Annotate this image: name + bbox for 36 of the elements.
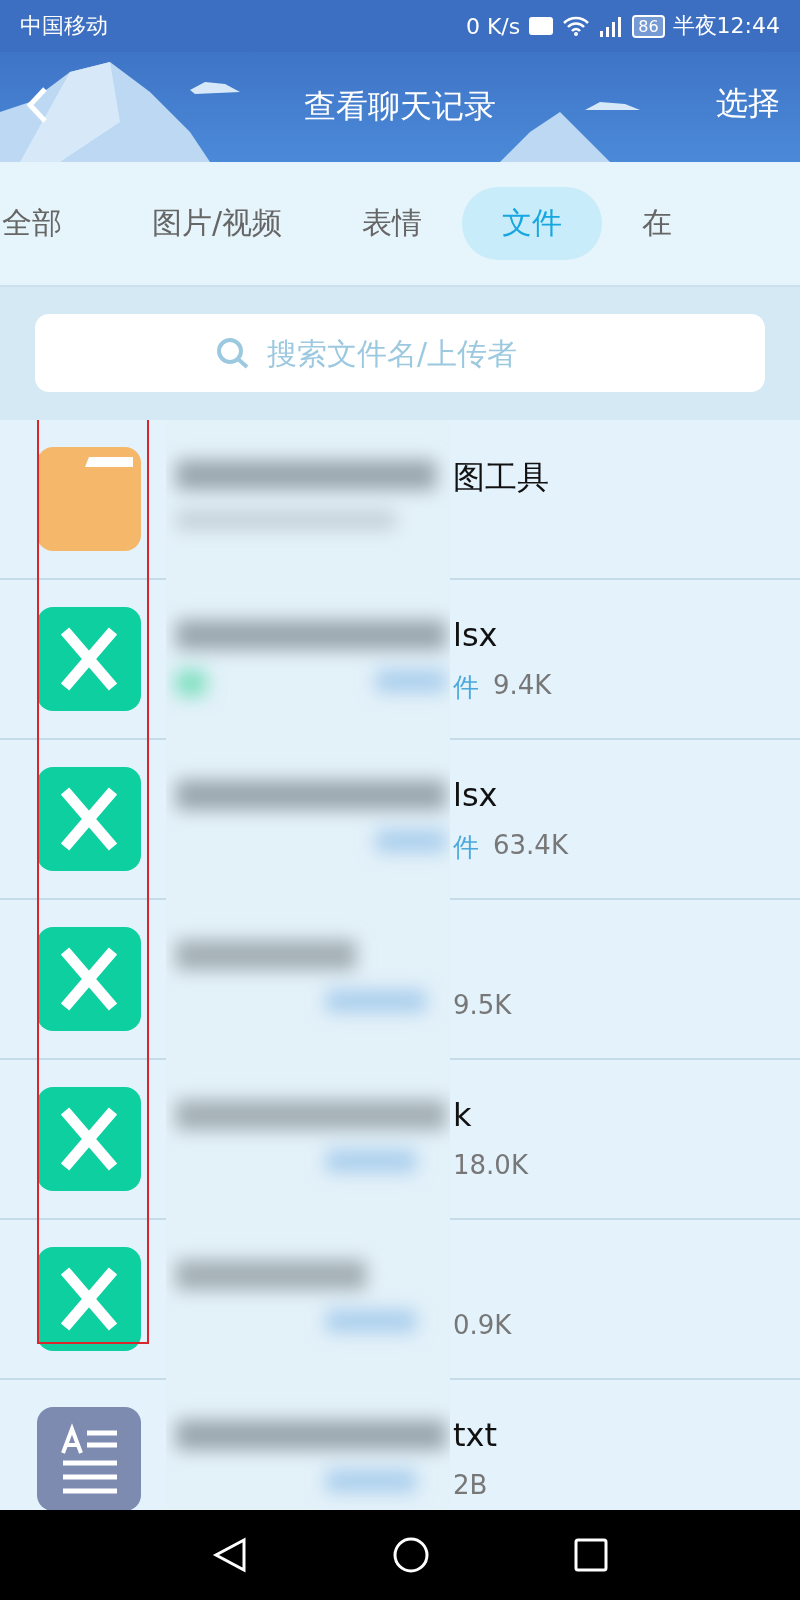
wifi-icon [562, 15, 591, 37]
text-document-icon [37, 1407, 141, 1510]
file-name: lsx [453, 776, 499, 814]
battery-icon: 86 [632, 14, 665, 38]
folder-icon [37, 447, 141, 551]
file-size: 9.5K [453, 990, 512, 1022]
tab[interactable]: 图片/视频 [112, 187, 323, 260]
recents-icon[interactable] [574, 1538, 608, 1572]
spreadsheet-icon [37, 767, 141, 871]
file-source: 件 [453, 831, 479, 862]
file-size: 2B [453, 1470, 488, 1502]
carrier-name: 中国移动 [20, 12, 108, 40]
search-field[interactable]: 搜索文件名/上传者 [35, 314, 765, 392]
home-icon[interactable] [392, 1536, 430, 1574]
spreadsheet-icon [37, 1087, 141, 1191]
file-size: 63.4K [493, 830, 568, 862]
search-icon [215, 337, 251, 369]
file-name: lsx [453, 616, 499, 654]
spreadsheet-icon [37, 927, 141, 1031]
file-size: 9.4K [493, 670, 552, 702]
spreadsheet-icon [37, 607, 141, 711]
file-name: 图工具 [453, 457, 549, 494]
file-source: 件 [453, 671, 479, 702]
network-speed: 0 K/s [465, 13, 521, 39]
tab[interactable]: 表情 [322, 187, 463, 260]
select-button[interactable]: 选择 [716, 82, 780, 126]
file-size: 18.0K [453, 1150, 528, 1182]
spreadsheet-icon [37, 1247, 141, 1351]
back-icon[interactable] [212, 1537, 248, 1573]
clock: 半夜12:44 [672, 12, 780, 40]
file-size: 0.9K [453, 1310, 512, 1342]
tab[interactable]: 全部 [0, 187, 112, 260]
page-title: 查看聊天记录 [304, 86, 496, 127]
file-name: k [453, 1096, 473, 1134]
tab[interactable]: 在 [602, 187, 713, 260]
file-name: txt [453, 1416, 498, 1454]
